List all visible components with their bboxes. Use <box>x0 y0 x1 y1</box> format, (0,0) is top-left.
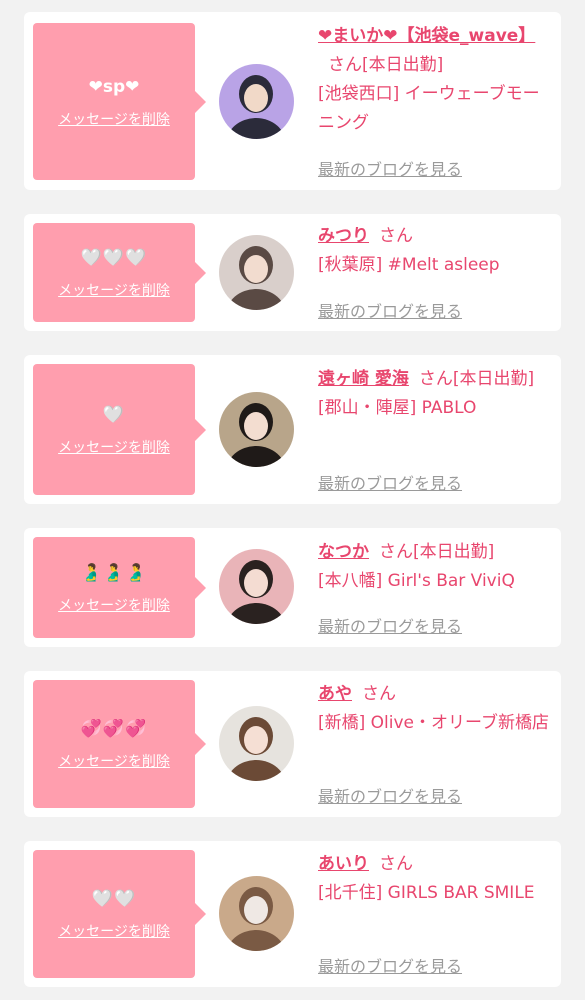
message-text: 🤍🤍 <box>91 889 137 909</box>
avatar[interactable] <box>219 392 294 467</box>
avatar[interactable] <box>219 64 294 139</box>
status-label: [本日出勤] <box>452 369 535 389</box>
shop-location: [北千住] GIRLS BAR SMILE <box>318 883 535 903</box>
avatar-face <box>244 255 268 283</box>
latest-blog-link[interactable]: 最新のブログを見る <box>318 156 462 180</box>
avatar[interactable] <box>219 876 294 951</box>
message-card: 💞💞💞 メッセージを削除 あや さん [新橋] Olive・オリーブ新橋店 最新の… <box>24 671 561 817</box>
avatar-photo <box>219 235 294 310</box>
message-card: 🫃🫃🫃 メッセージを削除 なつか さん[本日出勤] [本八幡] Girl's Ba… <box>24 528 561 647</box>
status-label: [本日出勤] <box>413 542 495 562</box>
message-bubble: 🤍🤍 メッセージを削除 <box>33 850 206 978</box>
latest-blog-link[interactable]: 最新のブログを見る <box>318 953 462 977</box>
cast-name-link[interactable]: ❤まいか❤【池袋e_wave】 <box>318 26 535 46</box>
latest-blog-link[interactable]: 最新のブログを見る <box>318 613 462 637</box>
message-text: 🤍 <box>102 404 126 425</box>
latest-blog-link[interactable]: 最新のブログを見る <box>318 470 462 494</box>
message-text: ❤sp❤ <box>88 76 140 97</box>
message-list: ❤sp❤ メッセージを削除 ❤まいか❤【池袋e_wave】さん[本日出勤] [池… <box>0 0 585 1000</box>
avatar-photo <box>219 64 294 139</box>
cast-name-link[interactable]: 遠ヶ崎 愛海 <box>318 369 409 389</box>
avatar-face <box>244 726 268 754</box>
honorific: さん <box>379 226 413 246</box>
avatar-face <box>244 412 268 440</box>
honorific: さん <box>379 542 413 562</box>
honorific: さん <box>362 684 396 704</box>
shop-location: [本八幡] Girl's Bar ViviQ <box>318 571 515 591</box>
avatar-photo <box>219 392 294 467</box>
cast-name-link[interactable]: みつり <box>318 226 369 246</box>
message-bubble: 🫃🫃🫃 メッセージを削除 <box>33 537 206 638</box>
cast-info: あいり さん [北千住] GIRLS BAR SMILE <box>318 850 554 908</box>
message-text: 🫃🫃🫃 <box>80 562 148 583</box>
delete-message-link[interactable]: メッセージを削除 <box>58 595 170 615</box>
delete-message-link[interactable]: メッセージを削除 <box>58 280 170 300</box>
delete-message-link[interactable]: メッセージを削除 <box>58 109 170 129</box>
avatar-face <box>244 84 268 112</box>
honorific: さん <box>418 369 453 389</box>
message-card: 🤍🤍🤍 メッセージを削除 みつり さん [秋葉原] #Melt asleep 最新… <box>24 214 561 331</box>
message-card: 🤍 メッセージを削除 遠ヶ崎 愛海 さん[本日出勤] [郡山・陣屋] PABLO … <box>24 355 561 504</box>
delete-message-link[interactable]: メッセージを削除 <box>58 921 170 941</box>
latest-blog-link[interactable]: 最新のブログを見る <box>318 298 462 322</box>
honorific: さん <box>328 55 362 75</box>
cast-name-link[interactable]: なつか <box>318 542 369 562</box>
latest-blog-link[interactable]: 最新のブログを見る <box>318 783 462 807</box>
honorific: さん <box>379 854 413 874</box>
status-label: [本日出勤] <box>362 55 444 75</box>
message-card: 🤍🤍 メッセージを削除 あいり さん [北千住] GIRLS BAR SMILE … <box>24 841 561 987</box>
cast-info: 遠ヶ崎 愛海 さん[本日出勤] [郡山・陣屋] PABLO <box>318 365 554 423</box>
delete-message-link[interactable]: メッセージを削除 <box>58 751 170 771</box>
avatar-face <box>244 569 268 597</box>
shop-location: [秋葉原] #Melt asleep <box>318 255 500 275</box>
message-text: 🤍🤍🤍 <box>80 247 148 268</box>
message-text: 💞💞💞 <box>80 719 148 739</box>
cast-info: あや さん [新橋] Olive・オリーブ新橋店 <box>318 680 554 738</box>
avatar[interactable] <box>219 235 294 310</box>
avatar[interactable] <box>219 549 294 624</box>
cast-info: ❤まいか❤【池袋e_wave】さん[本日出勤] [池袋西口] イーウェーブモーニ… <box>318 22 554 138</box>
delete-message-link[interactable]: メッセージを削除 <box>58 437 170 457</box>
cast-name-link[interactable]: あいり <box>318 854 369 874</box>
cast-name-link[interactable]: あや <box>318 684 352 704</box>
avatar-photo <box>219 876 294 951</box>
avatar-photo <box>219 549 294 624</box>
avatar[interactable] <box>219 706 294 781</box>
avatar-photo <box>219 706 294 781</box>
message-bubble: 🤍🤍🤍 メッセージを削除 <box>33 223 206 322</box>
message-card: ❤sp❤ メッセージを削除 ❤まいか❤【池袋e_wave】さん[本日出勤] [池… <box>24 12 561 190</box>
avatar-face <box>244 896 268 924</box>
message-bubble: 💞💞💞 メッセージを削除 <box>33 680 206 808</box>
message-bubble: ❤sp❤ メッセージを削除 <box>33 23 206 180</box>
shop-location: [郡山・陣屋] PABLO <box>318 398 477 418</box>
cast-info: なつか さん[本日出勤] [本八幡] Girl's Bar ViviQ <box>318 538 554 596</box>
shop-location: [新橋] Olive・オリーブ新橋店 <box>318 713 549 733</box>
shop-location: [池袋西口] イーウェーブモーニング <box>318 84 540 133</box>
cast-info: みつり さん [秋葉原] #Melt asleep <box>318 222 554 280</box>
message-bubble: 🤍 メッセージを削除 <box>33 364 206 495</box>
